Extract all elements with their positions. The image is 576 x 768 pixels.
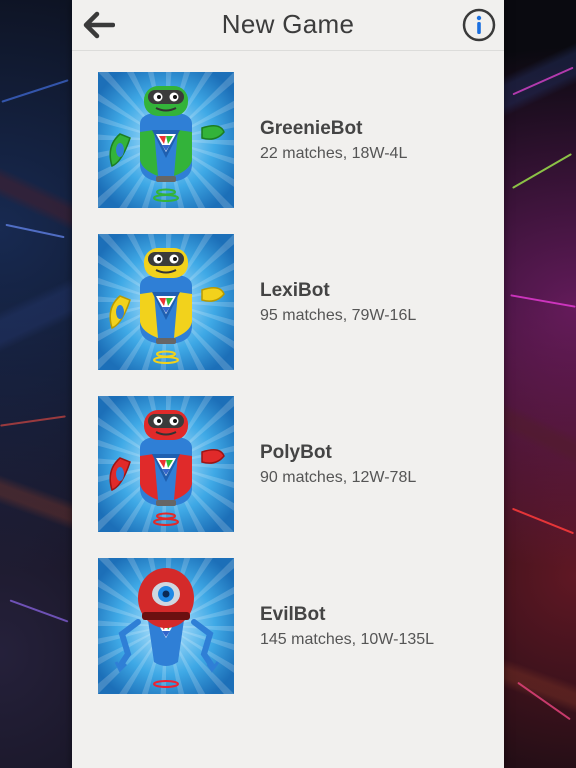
light-streak xyxy=(510,294,576,308)
bot-avatar xyxy=(98,72,234,208)
light-streak xyxy=(512,66,574,96)
new-game-panel: New Game GreenieBot 22 matches, 18W-4L L… xyxy=(72,0,504,768)
bot-item-lexibot[interactable]: LexiBot 95 matches, 79W-16L xyxy=(98,234,498,372)
light-streak xyxy=(1,79,69,103)
bot-item-greeniebot[interactable]: GreenieBot 22 matches, 18W-4L xyxy=(98,72,498,210)
header-bar: New Game xyxy=(72,0,504,51)
bot-item-evilbot[interactable]: EvilBot 145 matches, 10W-135L xyxy=(98,558,498,696)
bot-stats: 95 matches, 79W-16L xyxy=(260,307,417,324)
light-streak xyxy=(517,681,571,721)
bot-name: LexiBot xyxy=(260,280,330,301)
bot-avatar xyxy=(98,558,234,694)
bot-name: GreenieBot xyxy=(260,118,363,139)
robot-illustration xyxy=(98,234,234,370)
light-streak xyxy=(512,153,572,189)
bot-name: PolyBot xyxy=(260,442,332,463)
bot-item-polybot[interactable]: PolyBot 90 matches, 12W-78L xyxy=(98,396,498,534)
bot-stats: 90 matches, 12W-78L xyxy=(260,469,417,486)
light-streak xyxy=(9,599,69,623)
light-streak xyxy=(512,507,574,535)
bot-avatar xyxy=(98,396,234,532)
light-streak xyxy=(0,415,66,427)
bot-stats: 145 matches, 10W-135L xyxy=(260,631,435,648)
bot-stats: 22 matches, 18W-4L xyxy=(260,145,408,162)
bot-name: EvilBot xyxy=(260,604,326,625)
bot-list: GreenieBot 22 matches, 18W-4L LexiBot 95… xyxy=(98,72,498,720)
light-streak xyxy=(5,223,65,239)
bot-avatar xyxy=(98,234,234,370)
robot-illustration xyxy=(98,72,234,208)
page-title: New Game xyxy=(221,9,355,39)
info-icon xyxy=(462,8,496,42)
robot-illustration xyxy=(98,558,234,694)
robot-illustration xyxy=(98,396,234,532)
info-button[interactable] xyxy=(462,8,496,42)
